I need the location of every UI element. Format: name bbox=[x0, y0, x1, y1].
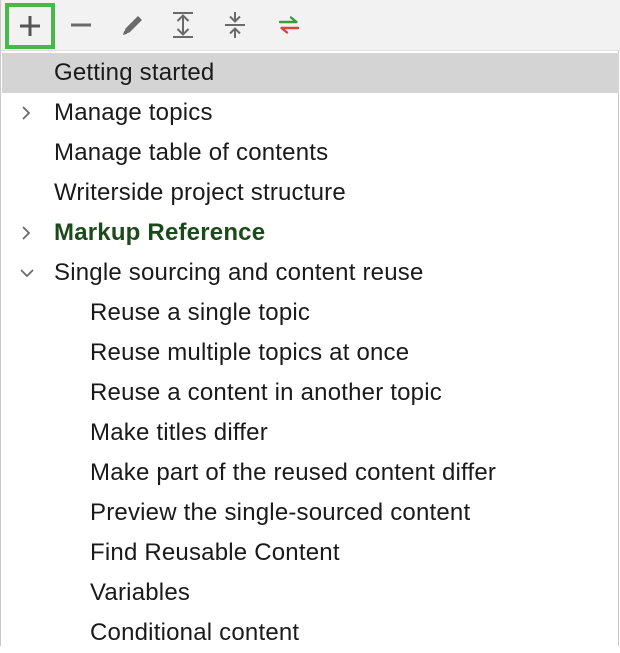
tree-item-manage-topics[interactable]: Manage topics bbox=[2, 93, 619, 133]
tree-item-label: Make titles differ bbox=[90, 419, 268, 446]
tree-item-label: Writerside project structure bbox=[54, 179, 346, 206]
tree-item-reuse-single-topic[interactable]: Reuse a single topic bbox=[2, 293, 619, 333]
tree-item-project-structure[interactable]: Writerside project structure bbox=[2, 173, 619, 213]
chevron-right-icon[interactable] bbox=[18, 225, 34, 241]
tree-item-label: Make part of the reused content differ bbox=[90, 459, 497, 486]
minus-icon bbox=[71, 23, 91, 27]
tree-item-find-reusable[interactable]: Find Reusable Content bbox=[2, 533, 619, 573]
tree-item-label: Reuse a single topic bbox=[90, 299, 311, 326]
pencil-icon bbox=[123, 16, 142, 35]
tree-item-reuse-content[interactable]: Reuse a content in another topic bbox=[2, 373, 619, 413]
tree-item-markup-reference[interactable]: Markup Reference bbox=[2, 213, 619, 253]
tree-item-label: Manage topics bbox=[54, 99, 213, 126]
tree-item-make-part-differ[interactable]: Make part of the reused content differ bbox=[2, 453, 619, 493]
tree-item-variables[interactable]: Variables bbox=[2, 573, 619, 613]
toolbar bbox=[1, 0, 620, 51]
tree-item-label: Conditional content bbox=[90, 619, 300, 646]
swap-arrows-icon bbox=[278, 16, 300, 34]
plus-icon bbox=[20, 16, 40, 36]
tree-item-preview-content[interactable]: Preview the single-sourced content bbox=[2, 493, 619, 533]
tree-item-label: Preview the single-sourced content bbox=[90, 499, 471, 526]
tree-item-reuse-multiple-topics[interactable]: Reuse multiple topics at once bbox=[2, 333, 619, 373]
edit-button[interactable] bbox=[110, 3, 156, 47]
collapse-all-icon bbox=[225, 12, 245, 38]
tree-item-label: Variables bbox=[90, 579, 191, 606]
tree-item-make-titles-differ[interactable]: Make titles differ bbox=[2, 413, 619, 453]
tree-item-label: Reuse multiple topics at once bbox=[90, 339, 410, 366]
expand-all-button[interactable] bbox=[160, 3, 206, 47]
tree-item-conditional-content[interactable]: Conditional content bbox=[2, 613, 619, 653]
tree-item-label: Manage table of contents bbox=[54, 139, 329, 166]
tree-item-manage-toc[interactable]: Manage table of contents bbox=[2, 133, 619, 173]
topic-tree-panel: Getting started Manage topics Manage tab… bbox=[0, 0, 620, 646]
tree-item-label: Reuse a content in another topic bbox=[90, 379, 442, 406]
chevron-right-icon[interactable] bbox=[18, 105, 34, 121]
swap-button[interactable] bbox=[266, 3, 312, 47]
tree-item-label: Find Reusable Content bbox=[90, 539, 340, 566]
tree-item-label: Getting started bbox=[54, 59, 215, 86]
tree-item-label: Single sourcing and content reuse bbox=[54, 259, 424, 286]
topic-tree: Getting started Manage topics Manage tab… bbox=[1, 53, 620, 646]
expand-all-icon bbox=[173, 12, 193, 38]
tree-item-label: Markup Reference bbox=[54, 219, 266, 246]
tree-item-getting-started[interactable]: Getting started bbox=[2, 53, 619, 93]
collapse-all-button[interactable] bbox=[212, 3, 258, 47]
chevron-down-icon[interactable] bbox=[19, 265, 35, 281]
remove-button[interactable] bbox=[58, 3, 104, 47]
tree-item-single-sourcing[interactable]: Single sourcing and content reuse bbox=[2, 253, 619, 293]
add-button[interactable] bbox=[5, 3, 55, 49]
